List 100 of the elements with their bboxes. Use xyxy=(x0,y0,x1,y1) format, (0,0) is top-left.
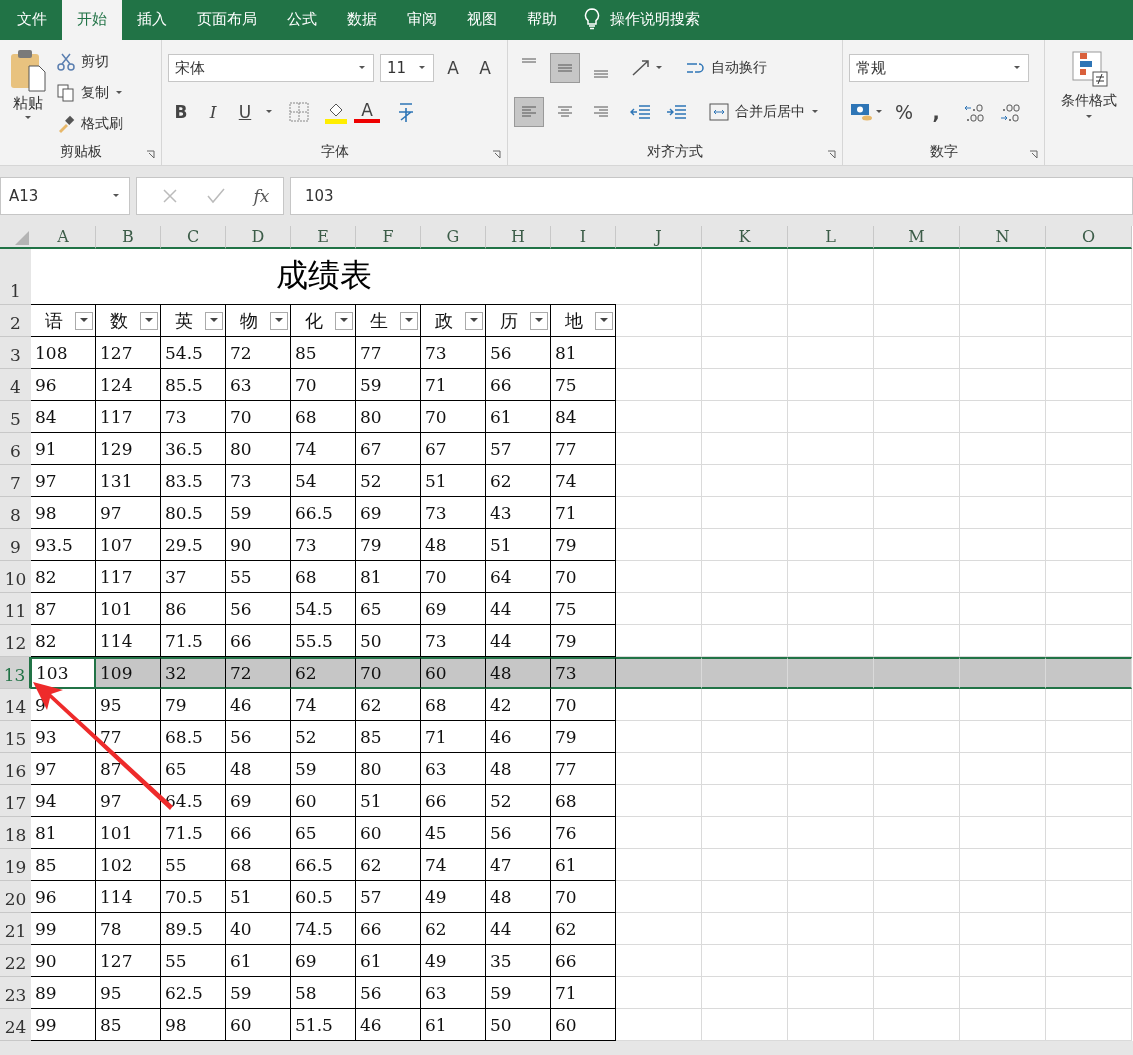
column-header[interactable]: F xyxy=(356,226,421,249)
row-header[interactable]: 11 xyxy=(0,593,31,625)
table-cell: 45 xyxy=(421,817,486,849)
filter-button[interactable] xyxy=(400,311,418,330)
orientation-icon[interactable] xyxy=(630,57,664,79)
filter-button[interactable] xyxy=(595,311,613,330)
row-header[interactable]: 21 xyxy=(0,913,31,945)
dialog-launcher-icon[interactable] xyxy=(1029,150,1038,159)
row-header[interactable]: 24 xyxy=(0,1009,31,1041)
column-header[interactable]: H xyxy=(486,226,551,249)
column-header[interactable]: E xyxy=(291,226,356,249)
filter-button[interactable] xyxy=(270,311,288,330)
enter-check-icon[interactable] xyxy=(206,187,227,205)
ribbon-tab[interactable]: 审阅 xyxy=(392,0,452,40)
wrap-text-button[interactable]: 自动换行 xyxy=(684,54,767,82)
table-cell: 44 xyxy=(486,625,551,657)
row-header[interactable]: 10 xyxy=(0,561,31,593)
column-header[interactable]: O xyxy=(1046,226,1132,249)
grow-font-button[interactable]: A xyxy=(440,58,466,78)
merge-center-button[interactable]: 合并后居中 xyxy=(708,98,820,126)
column-header[interactable]: D xyxy=(226,226,291,249)
row-header[interactable]: 4 xyxy=(0,369,31,401)
row-header[interactable]: 15 xyxy=(0,721,31,753)
italic-button[interactable]: I xyxy=(200,102,226,122)
ribbon-tab[interactable]: 公式 xyxy=(272,0,332,40)
filter-button[interactable] xyxy=(335,311,353,330)
tell-me-search[interactable]: 操作说明搜索 xyxy=(610,0,700,40)
column-header[interactable]: N xyxy=(960,226,1046,249)
row-header[interactable]: 22 xyxy=(0,945,31,977)
row-header[interactable]: 13 xyxy=(0,657,31,689)
row-header[interactable]: 12 xyxy=(0,625,31,657)
ribbon-tab[interactable]: 插入 xyxy=(122,0,182,40)
insert-function-button[interactable]: fx xyxy=(253,186,270,206)
bold-button[interactable]: B xyxy=(168,102,194,122)
ribbon-tab[interactable]: 帮助 xyxy=(512,0,572,40)
row-header[interactable]: 2 xyxy=(0,305,31,337)
row-header[interactable]: 1 xyxy=(0,249,31,305)
ribbon-tab[interactable]: 文件 xyxy=(2,0,62,40)
row-header[interactable]: 6 xyxy=(0,433,31,465)
table-cell: 68 xyxy=(551,785,616,817)
row-header[interactable]: 9 xyxy=(0,529,31,561)
column-header[interactable]: B xyxy=(96,226,161,249)
copy-button[interactable]: 复制 xyxy=(56,79,124,106)
row-header[interactable]: 18 xyxy=(0,817,31,849)
ribbon-tab[interactable]: 视图 xyxy=(452,0,512,40)
row-header[interactable]: 7 xyxy=(0,465,31,497)
column-header[interactable]: L xyxy=(788,226,874,249)
shrink-font-button[interactable]: A xyxy=(472,58,498,78)
table-cell: 55 xyxy=(161,945,226,977)
filter-button[interactable] xyxy=(530,311,548,330)
format-painter-button[interactable]: 格式刷 xyxy=(56,110,124,137)
column-header[interactable]: M xyxy=(874,226,960,249)
row-header[interactable]: 20 xyxy=(0,881,31,913)
column-header[interactable]: G xyxy=(421,226,486,249)
underline-button[interactable]: U xyxy=(232,102,258,122)
formula-field[interactable]: 103 xyxy=(290,177,1133,215)
row-header[interactable]: 3 xyxy=(0,337,31,369)
column-header[interactable]: K xyxy=(702,226,788,249)
dialog-launcher-icon[interactable] xyxy=(827,150,836,159)
decrease-indent-icon[interactable] xyxy=(630,102,652,122)
decrease-decimal-icon[interactable] xyxy=(999,101,1021,123)
filter-button[interactable] xyxy=(205,311,223,330)
increase-indent-icon[interactable] xyxy=(666,102,688,122)
column-header[interactable]: I xyxy=(551,226,616,249)
row-header[interactable]: 17 xyxy=(0,785,31,817)
name-box[interactable]: A13 xyxy=(0,177,130,215)
column-header[interactable]: J xyxy=(616,226,702,249)
font-name-dropdown[interactable]: 宋体 xyxy=(168,54,374,82)
increase-decimal-icon[interactable] xyxy=(963,101,985,123)
cut-button[interactable]: 剪切 xyxy=(56,48,124,75)
paste-button[interactable]: 粘贴 xyxy=(6,48,50,139)
conditional-format-button[interactable]: 条件格式 xyxy=(1051,40,1127,120)
row-header[interactable]: 23 xyxy=(0,977,31,1009)
font-size-dropdown[interactable]: 11 xyxy=(380,54,434,82)
row-header[interactable]: 8 xyxy=(0,497,31,529)
row-header[interactable]: 19 xyxy=(0,849,31,881)
filter-button[interactable] xyxy=(465,311,483,330)
ribbon-tab[interactable]: 开始 xyxy=(62,0,122,40)
ribbon-tab[interactable]: 页面布局 xyxy=(182,0,272,40)
percent-button[interactable]: % xyxy=(891,101,917,123)
table-cell: 98 xyxy=(161,1009,226,1041)
caret-icon[interactable] xyxy=(264,109,274,115)
column-header[interactable]: A xyxy=(31,226,96,249)
column-header[interactable]: C xyxy=(161,226,226,249)
comma-button[interactable]: , xyxy=(923,101,949,123)
table-cell: 72 xyxy=(226,337,291,369)
dialog-launcher-icon[interactable] xyxy=(492,150,501,159)
select-all-corner[interactable] xyxy=(0,226,31,249)
currency-icon[interactable] xyxy=(849,101,885,123)
dialog-launcher-icon[interactable] xyxy=(146,150,155,159)
row-header[interactable]: 16 xyxy=(0,753,31,785)
table-cell: 37 xyxy=(161,561,226,593)
number-format-dropdown[interactable]: 常规 xyxy=(849,54,1029,82)
table-cell: 60 xyxy=(226,1009,291,1041)
ribbon-tab[interactable]: 数据 xyxy=(332,0,392,40)
font-color-button[interactable]: A xyxy=(354,101,380,123)
row-header[interactable]: 5 xyxy=(0,401,31,433)
row-header[interactable]: 14 xyxy=(0,689,31,721)
filter-button[interactable] xyxy=(140,311,158,330)
filter-button[interactable] xyxy=(75,311,93,330)
